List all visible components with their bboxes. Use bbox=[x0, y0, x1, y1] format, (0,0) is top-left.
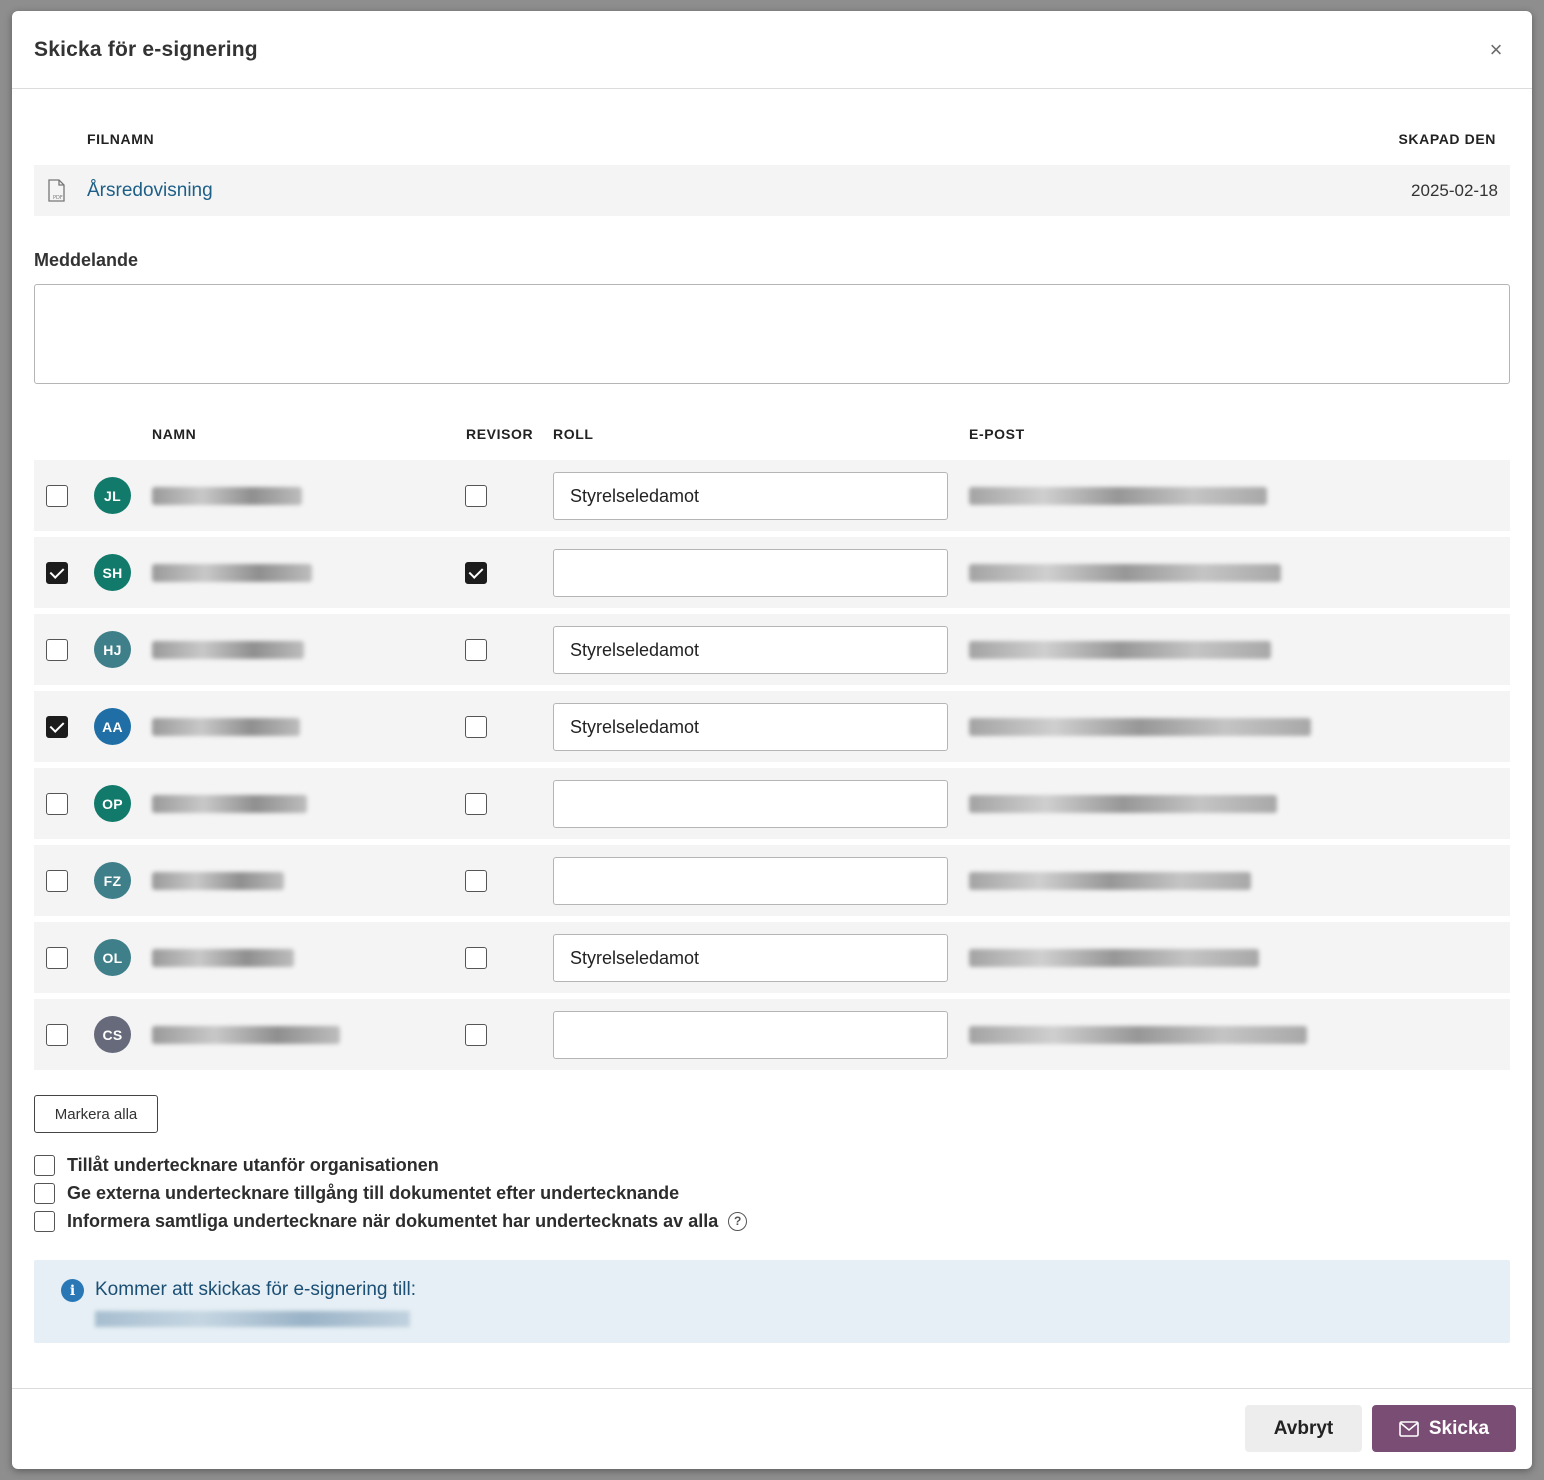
info-icon: i bbox=[61, 1279, 84, 1302]
auditor-checkbox[interactable] bbox=[465, 639, 487, 661]
option-external-access[interactable]: Ge externa undertecknare tillgång till d… bbox=[34, 1179, 1510, 1207]
envelope-icon bbox=[1399, 1420, 1419, 1437]
select-signer-checkbox[interactable] bbox=[46, 639, 68, 661]
avatar: CS bbox=[94, 1016, 131, 1053]
question-circle-icon[interactable]: ? bbox=[728, 1211, 748, 1231]
select-signer-checkbox[interactable] bbox=[46, 793, 68, 815]
avatar: OP bbox=[94, 785, 131, 822]
file-table-header: FILNAMN SKAPAD DEN bbox=[34, 89, 1510, 165]
redacted-signer-name bbox=[152, 641, 304, 659]
message-textarea[interactable] bbox=[34, 284, 1510, 384]
redacted-signer-email bbox=[969, 487, 1267, 505]
redacted-signer-email bbox=[969, 949, 1259, 967]
option-label: Tillåt undertecknare utanför organisatio… bbox=[67, 1154, 439, 1175]
role-input[interactable] bbox=[553, 1011, 948, 1059]
cancel-button[interactable]: Avbryt bbox=[1245, 1405, 1362, 1452]
signer-row: HJ bbox=[34, 614, 1510, 685]
role-input[interactable] bbox=[553, 934, 948, 982]
auditor-column-header: REVISOR bbox=[466, 426, 534, 442]
redacted-recipient bbox=[95, 1311, 410, 1327]
name-column-header: NAMN bbox=[152, 426, 197, 442]
select-signer-checkbox[interactable] bbox=[46, 947, 68, 969]
avatar: JL bbox=[94, 477, 131, 514]
auditor-checkbox[interactable] bbox=[465, 793, 487, 815]
esign-dialog: Skicka för e-signering × FILNAMN SKAPAD … bbox=[12, 11, 1532, 1469]
file-created-date: 2025-02-18 bbox=[1411, 180, 1498, 200]
send-button[interactable]: Skicka bbox=[1372, 1405, 1516, 1452]
option-checkbox[interactable] bbox=[34, 1210, 55, 1232]
redacted-signer-name bbox=[152, 795, 307, 813]
created-column-header: SKAPAD DEN bbox=[1398, 131, 1496, 147]
file-name-link[interactable]: Årsredovisning bbox=[87, 180, 213, 202]
redacted-signer-name bbox=[152, 1026, 340, 1044]
message-label: Meddelande bbox=[34, 250, 139, 270]
signer-row: SH bbox=[34, 537, 1510, 608]
dialog-title: Skicka för e-signering bbox=[34, 37, 258, 61]
option-label: Ge externa undertecknare tillgång till d… bbox=[67, 1182, 680, 1203]
redacted-signer-name bbox=[152, 564, 312, 582]
redacted-signer-name bbox=[152, 718, 300, 736]
redacted-signer-email bbox=[969, 872, 1251, 890]
avatar: SH bbox=[94, 554, 131, 591]
select-signer-checkbox[interactable] bbox=[46, 716, 68, 738]
auditor-checkbox[interactable] bbox=[465, 485, 487, 507]
info-text: Kommer att skickas för e-signering till: bbox=[95, 1279, 416, 1300]
avatar: HJ bbox=[94, 631, 131, 668]
pdf-file-icon: PDF bbox=[48, 178, 65, 202]
option-checkbox[interactable] bbox=[34, 1182, 55, 1204]
auditor-checkbox[interactable] bbox=[465, 1024, 487, 1046]
auditor-checkbox[interactable] bbox=[465, 870, 487, 892]
email-column-header: E-POST bbox=[969, 426, 1025, 442]
avatar: AA bbox=[94, 708, 131, 745]
auditor-checkbox[interactable] bbox=[465, 716, 487, 738]
auditor-checkbox[interactable] bbox=[465, 562, 487, 584]
option-label: Informera samtliga undertecknare när dok… bbox=[67, 1210, 719, 1231]
role-input[interactable] bbox=[553, 549, 948, 597]
role-column-header: ROLL bbox=[553, 426, 594, 442]
role-input[interactable] bbox=[553, 857, 948, 905]
signer-row: AA bbox=[34, 691, 1510, 762]
send-label: Skicka bbox=[1428, 1417, 1490, 1439]
select-signer-checkbox[interactable] bbox=[46, 562, 68, 584]
redacted-signer-name bbox=[152, 872, 284, 890]
mark-all-button[interactable]: Markera alla bbox=[34, 1095, 158, 1133]
redacted-signer-name bbox=[152, 487, 302, 505]
close-icon[interactable]: × bbox=[1482, 36, 1510, 64]
signer-row: JL bbox=[34, 460, 1510, 531]
signer-row: FZ bbox=[34, 845, 1510, 916]
filename-column-header: FILNAMN bbox=[87, 131, 155, 147]
role-input[interactable] bbox=[553, 472, 948, 520]
avatar: FZ bbox=[94, 862, 131, 899]
role-input[interactable] bbox=[553, 626, 948, 674]
option-allow-external[interactable]: Tillåt undertecknare utanför organisatio… bbox=[34, 1151, 1510, 1179]
signer-row: OL bbox=[34, 922, 1510, 993]
option-checkbox[interactable] bbox=[34, 1154, 55, 1176]
redacted-signer-email bbox=[969, 1026, 1307, 1044]
option-notify-all[interactable]: Informera samtliga undertecknare när dok… bbox=[34, 1207, 1510, 1235]
select-signer-checkbox[interactable] bbox=[46, 485, 68, 507]
redacted-signer-email bbox=[969, 564, 1281, 582]
signer-row: CS bbox=[34, 999, 1510, 1070]
select-signer-checkbox[interactable] bbox=[46, 1024, 68, 1046]
select-signer-checkbox[interactable] bbox=[46, 870, 68, 892]
signer-table-header: NAMN REVISOR ROLL E-POST bbox=[34, 384, 1510, 460]
redacted-signer-name bbox=[152, 949, 294, 967]
options-list: Tillåt undertecknare utanför organisatio… bbox=[34, 1151, 1510, 1235]
redacted-signer-email bbox=[969, 641, 1271, 659]
redacted-signer-email bbox=[969, 718, 1311, 736]
redacted-signer-email bbox=[969, 795, 1277, 813]
dialog-body: FILNAMN SKAPAD DEN PDF Årsredovisning 20… bbox=[12, 89, 1532, 1343]
dialog-header: Skicka för e-signering × bbox=[12, 11, 1532, 89]
dialog-footer: Avbryt Skicka bbox=[12, 1388, 1532, 1469]
signer-list: JL SH HJ AA OP FZ OL CS bbox=[34, 460, 1510, 1070]
auditor-checkbox[interactable] bbox=[465, 947, 487, 969]
signer-row: OP bbox=[34, 768, 1510, 839]
file-row: PDF Årsredovisning 2025-02-18 bbox=[34, 165, 1510, 216]
svg-text:PDF: PDF bbox=[53, 195, 63, 201]
avatar: OL bbox=[94, 939, 131, 976]
info-box: i Kommer att skickas för e-signering til… bbox=[34, 1260, 1510, 1343]
role-input[interactable] bbox=[553, 703, 948, 751]
role-input[interactable] bbox=[553, 780, 948, 828]
